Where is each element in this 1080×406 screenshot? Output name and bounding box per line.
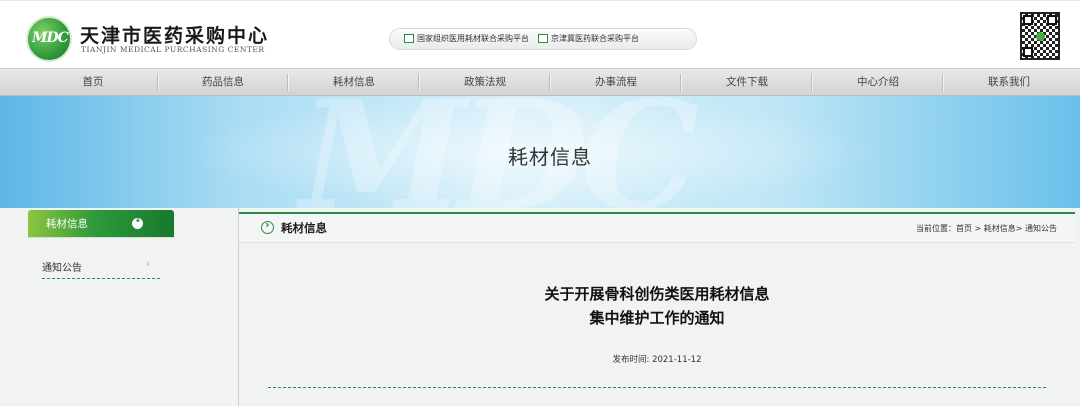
site-name[interactable]: 天津市医药采购中心 bbox=[80, 21, 269, 48]
nav-home[interactable]: 首页 bbox=[28, 69, 158, 96]
qr-finder bbox=[1047, 15, 1057, 25]
site-name-english: TIANJIN MEDICAL PURCHASING CENTER bbox=[81, 45, 265, 54]
sidebar-item-notices[interactable]: 通知公告 › bbox=[42, 257, 160, 279]
nav-contact[interactable]: 联系我们 bbox=[944, 69, 1074, 96]
qr-finder bbox=[1023, 47, 1033, 57]
content-heading: 耗材信息 bbox=[281, 221, 327, 235]
arrow-circle-icon bbox=[261, 218, 274, 234]
page-banner: MDC 耗材信息 bbox=[0, 96, 1080, 208]
nav-about[interactable]: 中心介绍 bbox=[813, 69, 943, 96]
breadcrumb[interactable]: 当前位置：首页 > 耗材信息> 通知公告 bbox=[916, 223, 1057, 234]
content-header: 耗材信息 当前位置：首页 > 耗材信息> 通知公告 bbox=[239, 212, 1075, 243]
platform-icon bbox=[538, 34, 548, 43]
publish-time: 发布时间: 2021-11-12 bbox=[612, 355, 702, 365]
nav-procedures[interactable]: 办事流程 bbox=[551, 69, 681, 96]
article-title: 关于开展骨科创伤类医用耗材信息 集中维护工作的通知 bbox=[239, 282, 1075, 330]
platform-links: 国家组织医用耗材联合采购平台 京津冀医药联合采购平台 bbox=[389, 28, 697, 50]
banner-title: 耗材信息 bbox=[508, 145, 592, 169]
nav-consumables-info[interactable]: 耗材信息 bbox=[289, 69, 419, 96]
qr-logo-dot bbox=[1036, 32, 1045, 41]
sidebar-divider bbox=[28, 237, 174, 238]
sidebar-item-label: 通知公告 bbox=[42, 263, 82, 274]
nav-drug-info[interactable]: 药品信息 bbox=[158, 69, 288, 96]
platform-label: 国家组织医用耗材联合采购平台 bbox=[417, 34, 529, 43]
article-title-line2: 集中维护工作的通知 bbox=[589, 309, 725, 327]
platform-label: 京津冀医药联合采购平台 bbox=[551, 34, 639, 43]
platform-link-jingjinji[interactable]: 京津冀医药联合采购平台 bbox=[538, 33, 639, 44]
site-header: MDC 天津市医药采购中心 TIANJIN MEDICAL PURCHASING… bbox=[0, 0, 1080, 68]
sidebar-heading: 耗材信息 bbox=[28, 210, 174, 237]
logo-mark-text: MDC bbox=[32, 30, 69, 46]
arrow-down-icon bbox=[132, 215, 143, 229]
article-title-line1: 关于开展骨科创伤类医用耗材信息 bbox=[544, 285, 770, 303]
platform-link-national[interactable]: 国家组织医用耗材联合采购平台 bbox=[404, 33, 529, 44]
nav-policies[interactable]: 政策法规 bbox=[420, 69, 550, 96]
sidebar-heading-label: 耗材信息 bbox=[46, 218, 88, 230]
article-divider bbox=[268, 387, 1046, 388]
platform-icon bbox=[404, 34, 414, 43]
chevron-right-icon: › bbox=[145, 257, 150, 270]
main-nav: 首页 药品信息 耗材信息 政策法规 办事流程 文件下载 中心介绍 联系我们 bbox=[0, 68, 1080, 96]
nav-downloads[interactable]: 文件下载 bbox=[682, 69, 812, 96]
logo-icon[interactable]: MDC bbox=[26, 16, 72, 62]
qr-finder bbox=[1023, 15, 1033, 25]
qr-code-icon bbox=[1020, 12, 1060, 60]
